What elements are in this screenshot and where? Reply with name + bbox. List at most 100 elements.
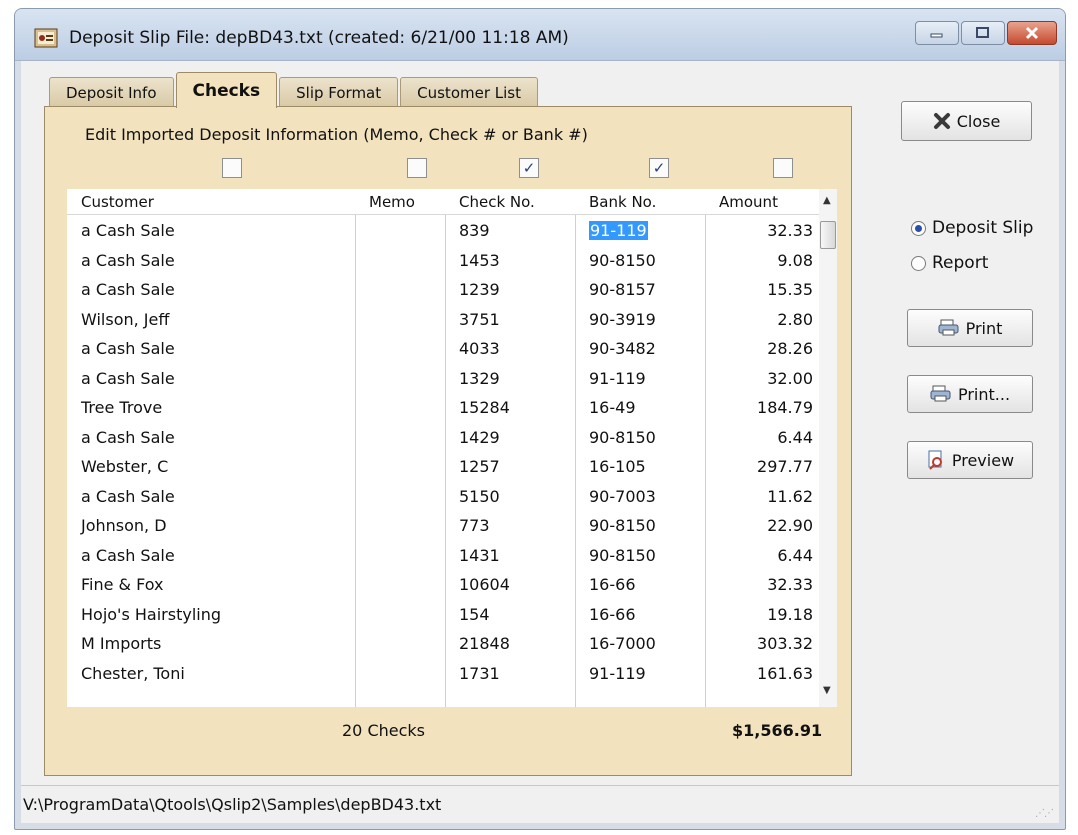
cell-amount[interactable]: 22.90 xyxy=(767,516,813,535)
cell-check[interactable]: 1431 xyxy=(459,546,500,565)
cell-customer[interactable]: Hojo's Hairstyling xyxy=(81,605,221,624)
cell-check[interactable]: 1429 xyxy=(459,428,500,447)
tab-customer-list[interactable]: Customer List xyxy=(400,77,538,107)
checks-table[interactable]: Customer Memo Check No. Bank No. Amount … xyxy=(67,189,837,707)
cell-check[interactable]: 21848 xyxy=(459,634,510,653)
cell-customer[interactable]: a Cash Sale xyxy=(81,369,175,388)
cell-amount[interactable]: 28.26 xyxy=(767,339,813,358)
report-radio[interactable]: Report xyxy=(911,253,988,273)
cell-bank[interactable]: 16-49 xyxy=(589,398,636,417)
scroll-down-icon[interactable]: ▼ xyxy=(823,685,831,696)
cell-bank[interactable]: 16-105 xyxy=(589,457,646,476)
cell-customer[interactable]: Tree Trove xyxy=(81,398,162,417)
table-scrollbar[interactable]: ▲ ▼ xyxy=(819,189,837,707)
window-close-button[interactable] xyxy=(1007,21,1057,45)
table-row[interactable]: a Cash Sale 1239 90-8157 15.35 xyxy=(67,276,819,305)
column-header-customer[interactable]: Customer xyxy=(81,193,154,211)
print-button[interactable]: Print xyxy=(907,309,1033,347)
cell-customer[interactable]: Fine & Fox xyxy=(81,575,164,594)
tab-slip-format[interactable]: Slip Format xyxy=(279,77,399,107)
cell-check[interactable]: 839 xyxy=(459,221,490,240)
cell-bank[interactable]: 90-8150 xyxy=(589,516,656,535)
cell-check[interactable]: 15284 xyxy=(459,398,510,417)
cell-bank[interactable]: 91-119 xyxy=(589,369,646,388)
cell-amount[interactable]: 303.32 xyxy=(757,634,813,653)
cell-bank[interactable]: 16-66 xyxy=(589,575,636,594)
cell-amount[interactable]: 15.35 xyxy=(767,280,813,299)
table-row[interactable]: Chester, Toni 1731 91-119 161.63 xyxy=(67,660,819,689)
cell-bank[interactable]: 90-8150 xyxy=(589,546,656,565)
column-header-memo[interactable]: Memo xyxy=(369,193,415,211)
table-row[interactable]: a Cash Sale 4033 90-3482 28.26 xyxy=(67,335,819,364)
cell-bank[interactable]: 90-3919 xyxy=(589,310,656,329)
column-header-bank-no[interactable]: Bank No. xyxy=(589,193,656,211)
cell-check[interactable]: 1257 xyxy=(459,457,500,476)
table-row[interactable]: Fine & Fox 10604 16-66 32.33 xyxy=(67,571,819,600)
deposit-slip-radio[interactable]: Deposit Slip xyxy=(911,218,1033,238)
title-bar[interactable]: Deposit Slip File: depBD43.txt (created:… xyxy=(15,9,1065,61)
minimize-button[interactable] xyxy=(915,21,959,45)
customer-edit-checkbox[interactable] xyxy=(222,158,242,178)
cell-amount[interactable]: 9.08 xyxy=(777,251,813,270)
cell-amount[interactable]: 184.79 xyxy=(757,398,813,417)
cell-amount[interactable]: 297.77 xyxy=(757,457,813,476)
cell-customer[interactable]: a Cash Sale xyxy=(81,339,175,358)
cell-check[interactable]: 773 xyxy=(459,516,490,535)
table-row[interactable]: Webster, C 1257 16-105 297.77 xyxy=(67,453,819,482)
cell-customer[interactable]: a Cash Sale xyxy=(81,487,175,506)
tab-checks[interactable]: Checks xyxy=(175,72,278,108)
cell-customer[interactable]: M Imports xyxy=(81,634,161,653)
cell-bank[interactable]: 16-66 xyxy=(589,605,636,624)
cell-amount[interactable]: 6.44 xyxy=(777,428,813,447)
cell-amount[interactable]: 11.62 xyxy=(767,487,813,506)
cell-bank[interactable]: 91-119 xyxy=(589,664,646,683)
cell-customer[interactable]: a Cash Sale xyxy=(81,546,175,565)
table-row[interactable]: M Imports 21848 16-7000 303.32 xyxy=(67,630,819,659)
table-row[interactable]: Wilson, Jeff 3751 90-3919 2.80 xyxy=(67,306,819,335)
cell-check[interactable]: 1239 xyxy=(459,280,500,299)
cell-amount[interactable]: 32.33 xyxy=(767,221,813,240)
cell-bank[interactable]: 90-3482 xyxy=(589,339,656,358)
radio-report[interactable] xyxy=(911,255,926,271)
cell-check[interactable]: 1329 xyxy=(459,369,500,388)
table-row[interactable]: a Cash Sale 1329 91-119 32.00 xyxy=(67,365,819,394)
cell-check[interactable]: 1453 xyxy=(459,251,500,270)
cell-customer[interactable]: a Cash Sale xyxy=(81,280,175,299)
memo-edit-checkbox[interactable] xyxy=(407,158,427,178)
column-header-amount[interactable]: Amount xyxy=(719,193,778,211)
cell-check[interactable]: 154 xyxy=(459,605,490,624)
table-row[interactable]: Hojo's Hairstyling 154 16-66 19.18 xyxy=(67,601,819,630)
selected-cell-text[interactable]: 91-119 xyxy=(589,221,648,240)
table-row[interactable]: a Cash Sale 5150 90-7003 11.62 xyxy=(67,483,819,512)
preview-button[interactable]: Preview xyxy=(907,441,1033,479)
cell-customer[interactable]: a Cash Sale xyxy=(81,251,175,270)
table-row[interactable]: a Cash Sale 839 91-119 32.33 xyxy=(67,217,819,246)
cell-check[interactable]: 4033 xyxy=(459,339,500,358)
resize-grip-icon[interactable]: ⋰⋰ xyxy=(1035,808,1054,819)
cell-bank[interactable]: 90-7003 xyxy=(589,487,656,506)
check-no-edit-checkbox[interactable]: ✓ xyxy=(519,158,539,178)
cell-check[interactable]: 5150 xyxy=(459,487,500,506)
column-header-check-no[interactable]: Check No. xyxy=(459,193,535,211)
table-row[interactable]: Tree Trove 15284 16-49 184.79 xyxy=(67,394,819,423)
cell-customer[interactable]: Johnson, D xyxy=(81,516,167,535)
maximize-button[interactable] xyxy=(961,21,1005,45)
cell-check[interactable]: 1731 xyxy=(459,664,500,683)
close-button[interactable]: Close xyxy=(901,101,1032,141)
scroll-thumb[interactable] xyxy=(820,221,836,249)
tab-deposit-info[interactable]: Deposit Info xyxy=(49,77,174,107)
cell-amount[interactable]: 6.44 xyxy=(777,546,813,565)
cell-customer[interactable]: Webster, C xyxy=(81,457,168,476)
cell-check[interactable]: 10604 xyxy=(459,575,510,594)
cell-bank[interactable]: 90-8150 xyxy=(589,251,656,270)
cell-bank[interactable]: 16-7000 xyxy=(589,634,656,653)
table-row[interactable]: a Cash Sale 1429 90-8150 6.44 xyxy=(67,424,819,453)
table-row[interactable]: Johnson, D 773 90-8150 22.90 xyxy=(67,512,819,541)
bank-no-edit-checkbox[interactable]: ✓ xyxy=(649,158,669,178)
cell-amount[interactable]: 32.33 xyxy=(767,575,813,594)
table-row[interactable]: a Cash Sale 1431 90-8150 6.44 xyxy=(67,542,819,571)
scroll-up-icon[interactable]: ▲ xyxy=(823,195,831,206)
cell-customer[interactable]: Chester, Toni xyxy=(81,664,185,683)
cell-customer[interactable]: Wilson, Jeff xyxy=(81,310,169,329)
cell-check[interactable]: 3751 xyxy=(459,310,500,329)
